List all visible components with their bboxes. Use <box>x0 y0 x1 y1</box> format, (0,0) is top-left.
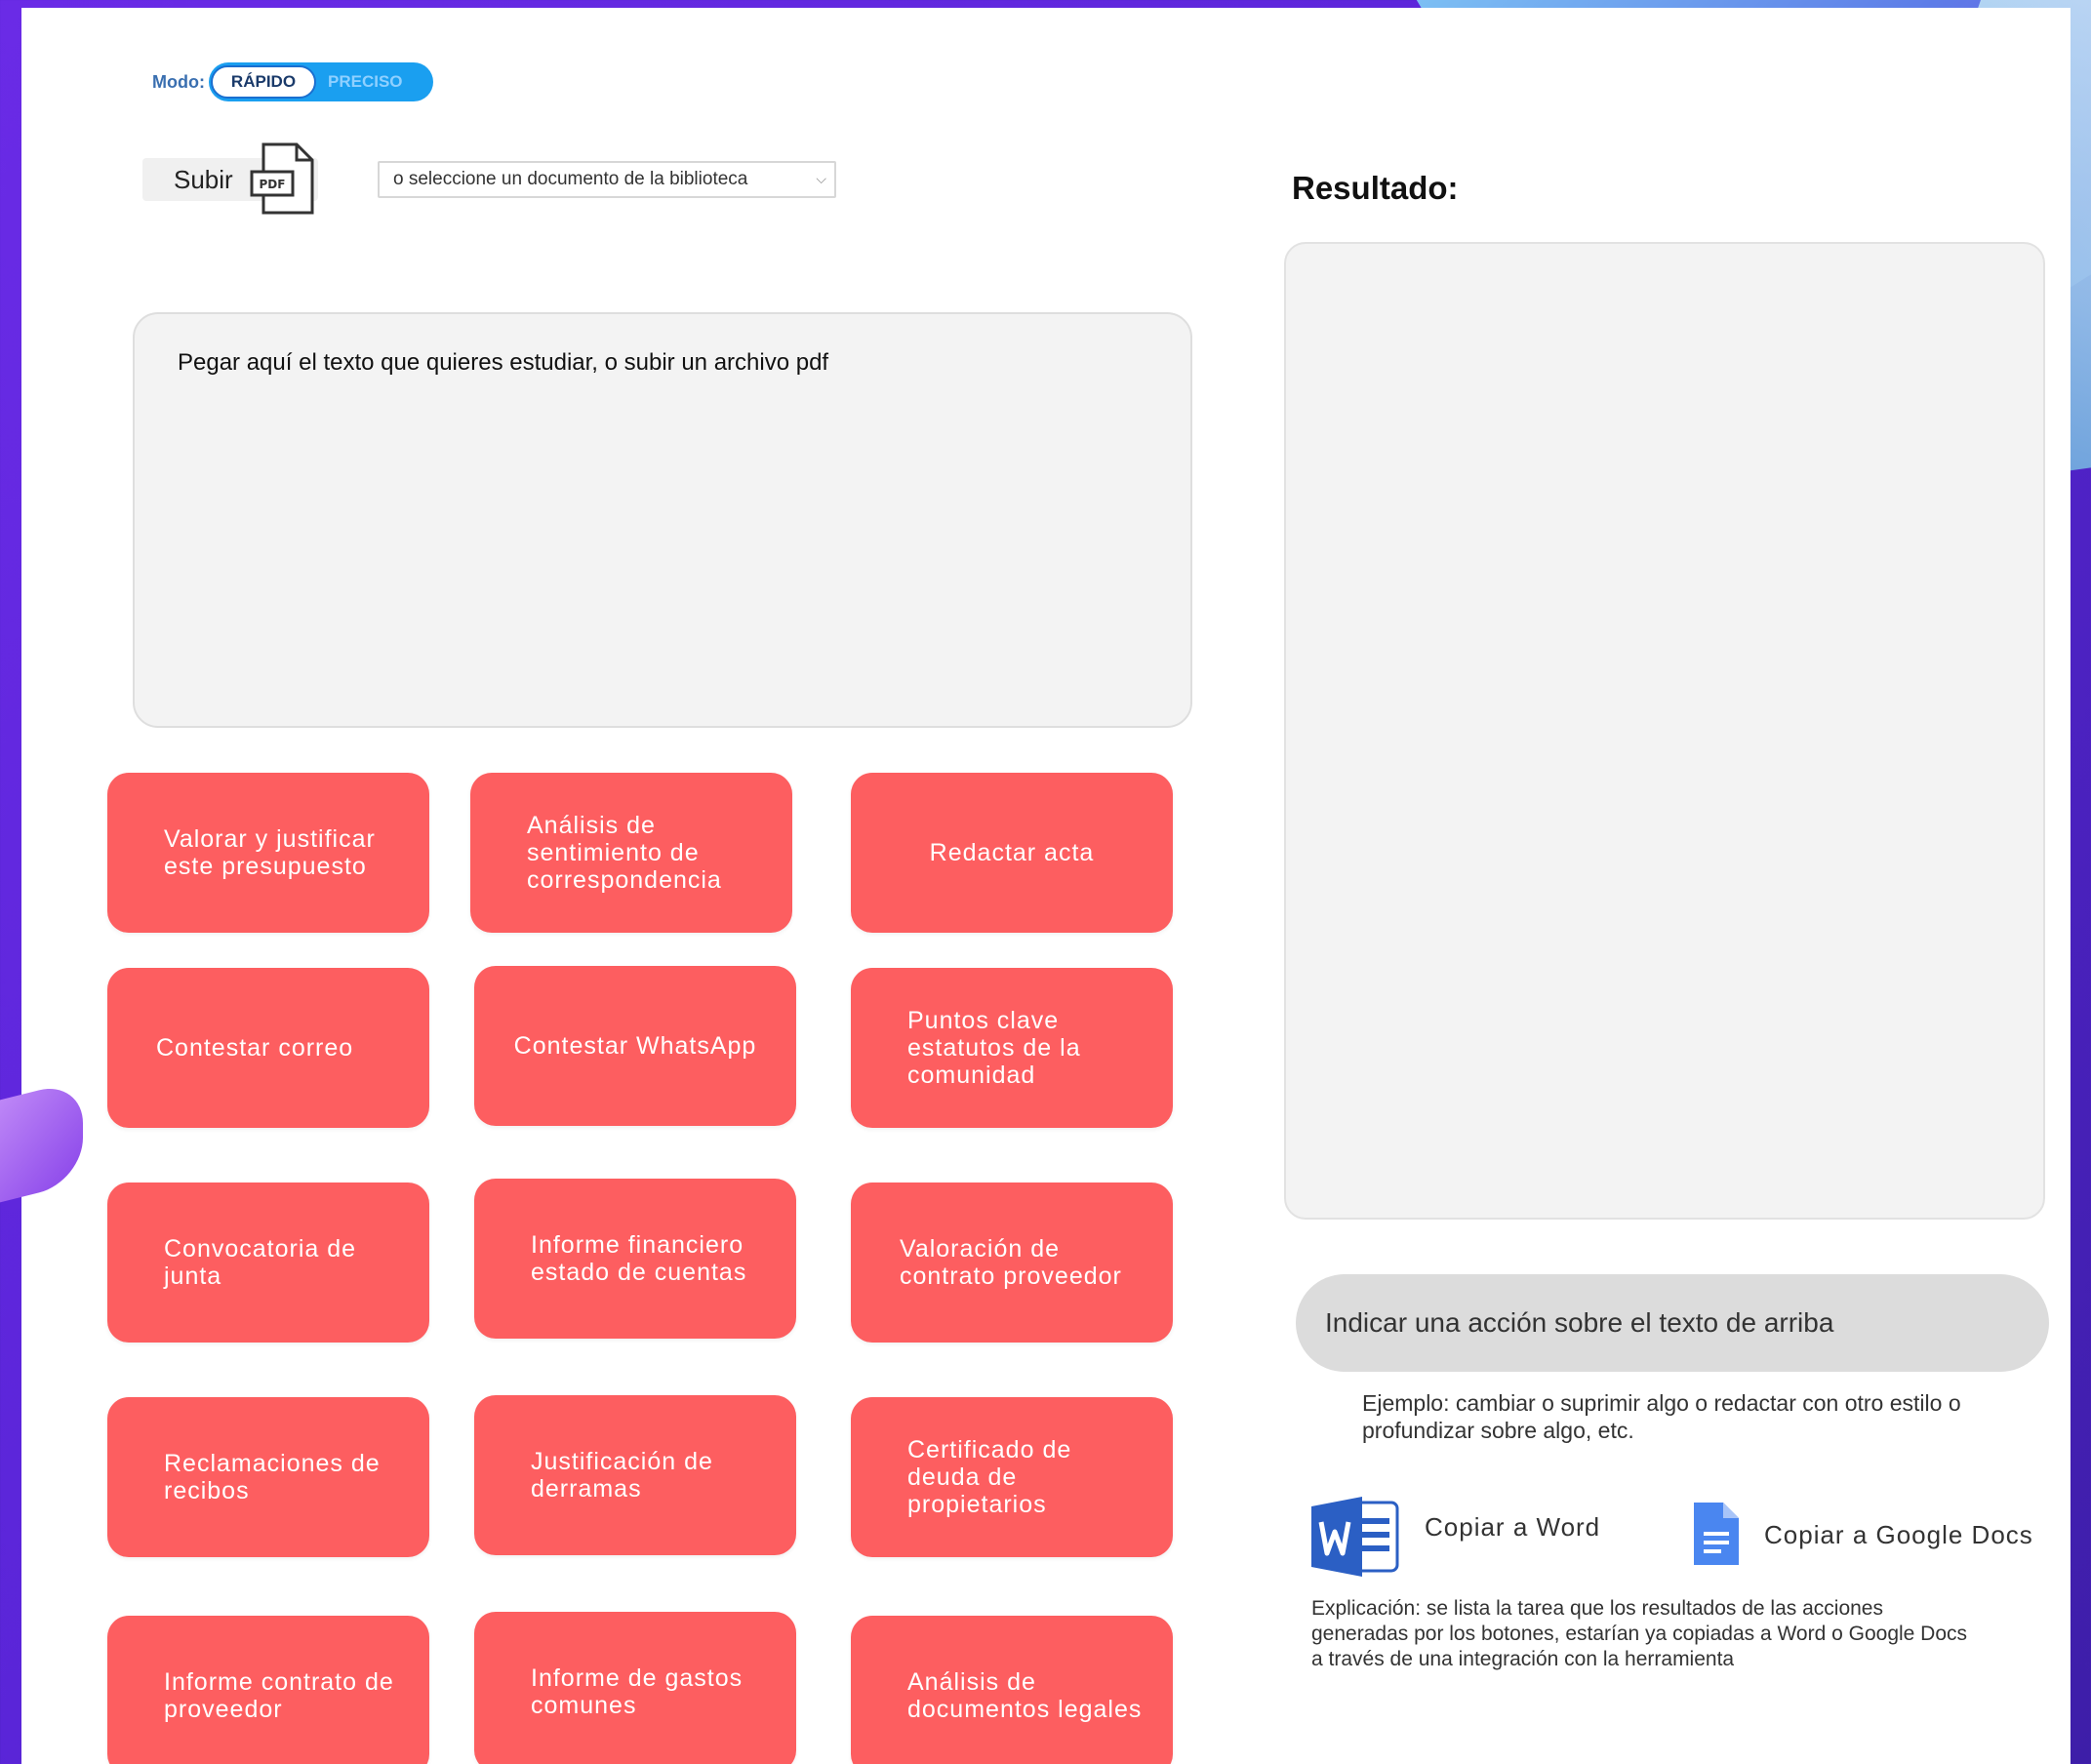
pdf-file-icon: PDF <box>250 142 314 215</box>
action-puntos-clave-estatutos[interactable]: Puntos clave estatutos de la comunidad <box>851 968 1173 1128</box>
source-text-input[interactable]: Pegar aquí el texto que quieres estudiar… <box>133 312 1192 728</box>
mode-toggle[interactable]: RÁPIDO PRECISO <box>208 62 433 101</box>
upload-button[interactable]: Subir PDF <box>142 142 318 215</box>
google-docs-icon <box>1694 1503 1739 1565</box>
action-informe-financiero[interactable]: Informe financiero estado de cuentas <box>474 1179 796 1339</box>
copy-to-word-button[interactable]: Copiar a Word <box>1307 1493 1600 1581</box>
action-valorar-presupuesto[interactable]: Valorar y justificar este presupuesto <box>107 773 429 933</box>
follow-up-action-input[interactable]: Indicar una acción sobre el texto de arr… <box>1296 1274 2049 1372</box>
follow-up-action-placeholder: Indicar una acción sobre el texto de arr… <box>1325 1307 1834 1338</box>
action-justificacion-derramas[interactable]: Justificación de derramas <box>474 1395 796 1555</box>
svg-text:PDF: PDF <box>260 178 286 191</box>
library-select-value: o seleccione un documento de la bibliote… <box>393 169 748 189</box>
action-informe-contrato-proveedor[interactable]: Informe contrato de proveedor <box>107 1616 429 1764</box>
mode-option-rapido[interactable]: RÁPIDO <box>210 65 316 99</box>
mode-label: Modo: <box>152 71 205 92</box>
upload-label: Subir <box>174 164 233 194</box>
action-informe-gastos-comunes[interactable]: Informe de gastos comunes <box>474 1612 796 1764</box>
action-analisis-documentos-legales[interactable]: Análisis de documentos legales <box>851 1616 1173 1764</box>
copy-to-google-docs-button[interactable]: Copiar a Google Docs <box>1690 1501 2033 1567</box>
result-title: Resultado: <box>1292 170 1459 206</box>
action-analisis-sentimiento[interactable]: Análisis de sentimiento de correspondenc… <box>470 773 792 933</box>
main-panel: Modo: RÁPIDO PRECISO Subir PDF o selecci… <box>21 8 2071 1764</box>
chevron-down-icon: ⌵ <box>816 171 826 186</box>
example-hint: Ejemplo: cambiar o suprimir algo o redac… <box>1362 1390 1961 1443</box>
action-contestar-correo[interactable]: Contestar correo <box>107 968 429 1128</box>
mode-option-preciso[interactable]: PRECISO <box>316 72 403 92</box>
action-redactar-acta[interactable]: Redactar acta <box>851 773 1173 933</box>
source-text-placeholder: Pegar aquí el texto que quieres estudiar… <box>178 349 829 376</box>
action-valoracion-contrato[interactable]: Valoración de contrato proveedor <box>851 1183 1173 1343</box>
action-certificado-deuda[interactable]: Certificado de deuda de propietarios <box>851 1397 1173 1557</box>
action-contestar-whatsapp[interactable]: Contestar WhatsApp <box>474 966 796 1126</box>
action-reclamaciones-recibos[interactable]: Reclamaciones de recibos <box>107 1397 429 1557</box>
library-select[interactable]: o seleccione un documento de la bibliote… <box>378 161 836 198</box>
copy-to-word-label: Copiar a Word <box>1425 1512 1601 1542</box>
action-convocatoria-junta[interactable]: Convocatoria de junta <box>107 1183 429 1343</box>
copy-to-google-docs-label: Copiar a Google Docs <box>1764 1520 2033 1549</box>
result-output-area[interactable] <box>1284 242 2045 1220</box>
explanation-text: Explicación: se lista la tarea que los r… <box>1311 1597 1968 1670</box>
word-icon <box>1311 1497 1399 1577</box>
mode-selector: Modo: RÁPIDO PRECISO <box>152 62 433 101</box>
